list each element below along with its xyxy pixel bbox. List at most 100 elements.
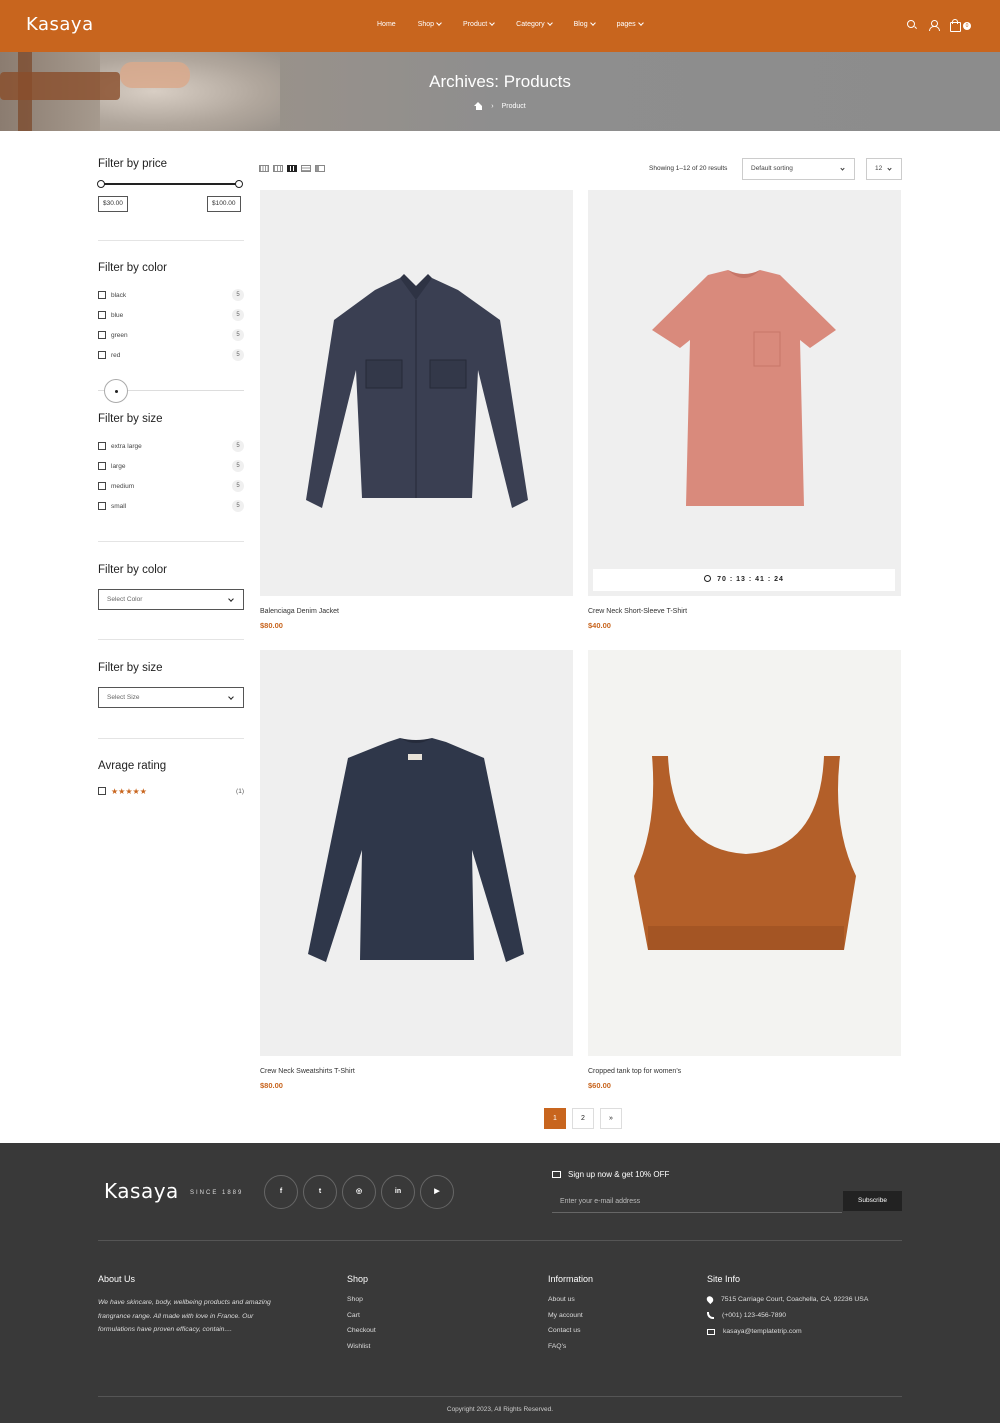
grid-4-icon[interactable] <box>259 165 269 172</box>
page-2[interactable]: 2 <box>572 1108 594 1129</box>
footer-heading: Site Info <box>707 1274 741 1284</box>
footer-link-contact[interactable]: Contact us <box>548 1327 593 1334</box>
facebook-icon[interactable]: f <box>264 1175 298 1209</box>
footer-phone[interactable]: (+001) 123-456-7890 <box>707 1312 868 1319</box>
product-name[interactable]: Crew Neck Short-Sleeve T-Shirt <box>588 608 901 615</box>
nav-home[interactable]: Home <box>377 21 396 28</box>
product-card[interactable]: Cropped tank top for women's $60.00 <box>588 650 901 1090</box>
rating-option[interactable]: ★★★★★ (1) <box>98 785 244 797</box>
twitter-icon[interactable]: t <box>303 1175 337 1209</box>
nav-product[interactable]: Product <box>463 20 496 28</box>
footer-link-cart[interactable]: Cart <box>347 1312 376 1319</box>
breadcrumb-separator: › <box>491 102 494 110</box>
instagram-icon[interactable]: ◎ <box>342 1175 376 1209</box>
color-select[interactable]: Select Color <box>98 589 244 610</box>
price-range-track[interactable] <box>101 183 240 185</box>
grid-2-icon[interactable] <box>287 165 297 172</box>
newsletter-email-input[interactable]: Enter your e-mail address <box>552 1191 842 1213</box>
home-icon[interactable] <box>474 102 483 110</box>
checkbox[interactable] <box>98 787 106 795</box>
checkbox[interactable] <box>98 462 106 470</box>
site-footer: Kasaya SINCE 1889 f t ◎ in ▶ Sign up now… <box>0 1143 1000 1423</box>
header-icons: 0 <box>906 19 972 32</box>
product-card[interactable]: Balenciaga Denim Jacket $80.00 <box>260 190 573 630</box>
product-image-navy-jacket[interactable] <box>260 190 573 596</box>
product-image-pink-tshirt[interactable]: 70 : 13 : 41 : 24 <box>588 190 901 596</box>
per-page-select[interactable]: 12 <box>866 158 902 180</box>
list-detail-icon[interactable] <box>315 165 325 172</box>
footer-shop: Shop Shop Cart Checkout Wishlist <box>347 1274 376 1358</box>
breadcrumb-current: Product <box>501 102 526 110</box>
product-card[interactable]: Crew Neck Sweatshirts T-Shirt $80.00 <box>260 650 573 1090</box>
chevron-down-icon <box>228 596 234 602</box>
footer-link-shop[interactable]: Shop <box>347 1296 376 1303</box>
about-text: We have skincare, body, wellbeing produc… <box>98 1299 271 1333</box>
footer-logo[interactable]: Kasaya <box>104 1179 179 1203</box>
youtube-icon[interactable]: ▶ <box>420 1175 454 1209</box>
footer-link-checkout[interactable]: Checkout <box>347 1327 376 1334</box>
checkbox[interactable] <box>98 291 106 299</box>
subscribe-button[interactable]: Subscribe <box>843 1191 902 1211</box>
price-min-handle[interactable] <box>97 180 105 188</box>
page-title: Archives: Products <box>429 72 571 91</box>
product-image-brown-tank-top[interactable] <box>588 650 901 1056</box>
size-option-extra-large[interactable]: extra large 5 <box>98 440 244 452</box>
next-page-button[interactable]: » <box>600 1108 622 1129</box>
map-pin-icon <box>705 1294 715 1305</box>
grid-3-icon[interactable] <box>273 165 283 172</box>
size-option-medium[interactable]: medium 5 <box>98 480 244 492</box>
color-option-blue[interactable]: blue 5 <box>98 309 244 321</box>
product-price: $60.00 <box>588 1081 611 1090</box>
product-name[interactable]: Balenciaga Denim Jacket <box>260 608 573 615</box>
clock-icon <box>704 574 712 582</box>
slider-handle[interactable] <box>104 379 128 403</box>
footer-link-account[interactable]: My account <box>548 1312 593 1319</box>
checkbox[interactable] <box>98 502 106 510</box>
sort-select[interactable]: Default sorting <box>742 158 855 180</box>
checkbox[interactable] <box>98 442 106 450</box>
product-name[interactable]: Cropped tank top for women's <box>588 1068 901 1075</box>
price-max-handle[interactable] <box>235 180 243 188</box>
cart-icon[interactable]: 0 <box>950 19 972 32</box>
product-card[interactable]: 70 : 13 : 41 : 24 Crew Neck Short-Sleeve… <box>588 190 901 630</box>
list-icon[interactable] <box>301 165 311 172</box>
divider <box>98 1240 902 1241</box>
search-icon[interactable] <box>906 19 918 31</box>
color-option-red[interactable]: red 5 <box>98 349 244 361</box>
footer-heading: Information <box>548 1274 594 1284</box>
price-filter-title: Filter by price <box>98 158 168 170</box>
rating-filter-title: Avrage rating <box>98 760 167 772</box>
footer-link-about[interactable]: About us <box>548 1296 593 1303</box>
nav-shop[interactable]: Shop <box>418 20 442 28</box>
checkbox[interactable] <box>98 331 106 339</box>
main-nav: Home Shop Product Category Blog pages <box>377 20 665 28</box>
user-icon[interactable] <box>928 19 940 31</box>
checkbox[interactable] <box>98 351 106 359</box>
size-option-small[interactable]: small 5 <box>98 500 244 512</box>
price-min-value: $30.00 <box>98 196 128 212</box>
checkbox[interactable] <box>98 311 106 319</box>
size-option-large[interactable]: large 5 <box>98 460 244 472</box>
nav-blog[interactable]: Blog <box>574 20 596 28</box>
site-header: Kasaya Home Shop Product Category Blog p… <box>0 0 1000 52</box>
chevron-down-icon <box>637 20 644 26</box>
color-option-green[interactable]: green 5 <box>98 329 244 341</box>
newsletter-heading: Sign up now & get 10% OFF <box>552 1170 669 1179</box>
divider <box>98 541 244 542</box>
product-image-navy-sweatshirt[interactable] <box>260 650 573 1056</box>
footer-email[interactable]: kasaya@templatetrip.com <box>707 1328 868 1335</box>
navy-sweatshirt-image <box>308 738 524 962</box>
nav-pages[interactable]: pages <box>617 20 644 28</box>
size-select-title: Filter by size <box>98 662 163 674</box>
site-logo[interactable]: Kasaya <box>26 14 94 35</box>
page-1[interactable]: 1 <box>544 1108 566 1129</box>
nav-category[interactable]: Category <box>516 20 553 28</box>
checkbox[interactable] <box>98 482 106 490</box>
footer-link-faq[interactable]: FAQ's <box>548 1343 593 1350</box>
breadcrumb: › Product <box>0 102 1000 110</box>
linkedin-icon[interactable]: in <box>381 1175 415 1209</box>
product-name[interactable]: Crew Neck Sweatshirts T-Shirt <box>260 1068 573 1075</box>
size-select[interactable]: Select Size <box>98 687 244 708</box>
color-option-black[interactable]: black 5 <box>98 289 244 301</box>
footer-link-wishlist[interactable]: Wishlist <box>347 1343 376 1350</box>
